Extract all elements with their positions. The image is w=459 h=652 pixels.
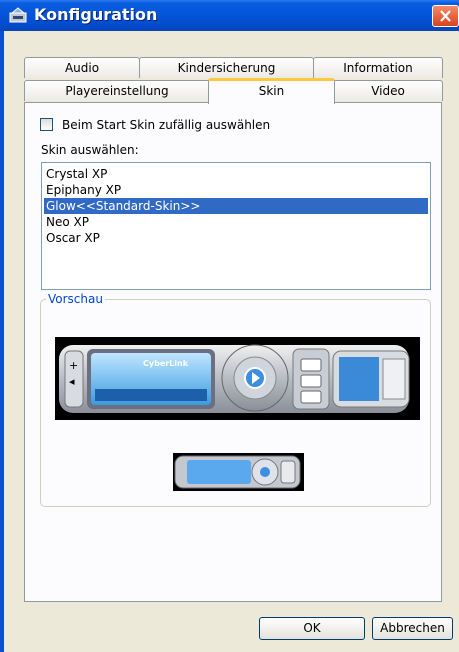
list-item[interactable]: Oscar XP bbox=[44, 230, 428, 246]
svg-text:◂: ◂ bbox=[69, 375, 75, 388]
random-skin-checkbox[interactable] bbox=[40, 118, 53, 131]
tab-skin[interactable]: Skin bbox=[208, 78, 335, 104]
tab-kindersicherung[interactable]: Kindersicherung bbox=[139, 57, 314, 78]
tab-label: Kindersicherung bbox=[177, 61, 276, 75]
window-title: Konfiguration bbox=[34, 5, 158, 24]
tab-playereinstellung[interactable]: Playereinstellung bbox=[24, 80, 210, 101]
close-icon bbox=[440, 10, 451, 22]
window-border bbox=[0, 31, 4, 652]
skin-preview-full: + ◂ CyberLink bbox=[55, 337, 420, 420]
skin-select-label: Skin auswählen: bbox=[41, 143, 139, 157]
tab-label: Video bbox=[371, 84, 405, 98]
list-item[interactable]: Neo XP bbox=[44, 214, 428, 230]
preview-logo: CyberLink bbox=[143, 359, 189, 368]
tab-video[interactable]: Video bbox=[333, 80, 443, 101]
tab-label: Skin bbox=[258, 84, 285, 98]
random-skin-label[interactable]: Beim Start Skin zufällig auswählen bbox=[62, 118, 270, 132]
tab-information[interactable]: Information bbox=[313, 57, 443, 78]
app-icon bbox=[9, 7, 27, 23]
title-bar[interactable]: Konfiguration bbox=[0, 0, 459, 31]
skin-listbox[interactable]: Crystal XP Epiphany XP Glow<<Standard-Sk… bbox=[41, 162, 431, 290]
ok-button[interactable]: OK bbox=[259, 617, 365, 640]
list-item[interactable]: Crystal XP bbox=[44, 166, 428, 182]
cancel-button[interactable]: Abbrechen bbox=[372, 617, 453, 640]
list-item[interactable]: Epiphany XP bbox=[44, 182, 428, 198]
tab-label: Audio bbox=[64, 61, 100, 75]
config-dialog: Konfiguration Audio Kindersicherung Info… bbox=[0, 0, 459, 652]
list-item-selected[interactable]: Glow<<Standard-Skin>> bbox=[44, 198, 428, 214]
tab-audio[interactable]: Audio bbox=[24, 57, 140, 78]
skin-preview-mini bbox=[173, 453, 304, 491]
tab-label: Information bbox=[343, 61, 413, 75]
tab-label: Playereinstellung bbox=[65, 84, 169, 98]
preview-label: Vorschau bbox=[46, 292, 105, 306]
close-button[interactable] bbox=[432, 5, 459, 27]
svg-text:+: + bbox=[69, 359, 78, 372]
